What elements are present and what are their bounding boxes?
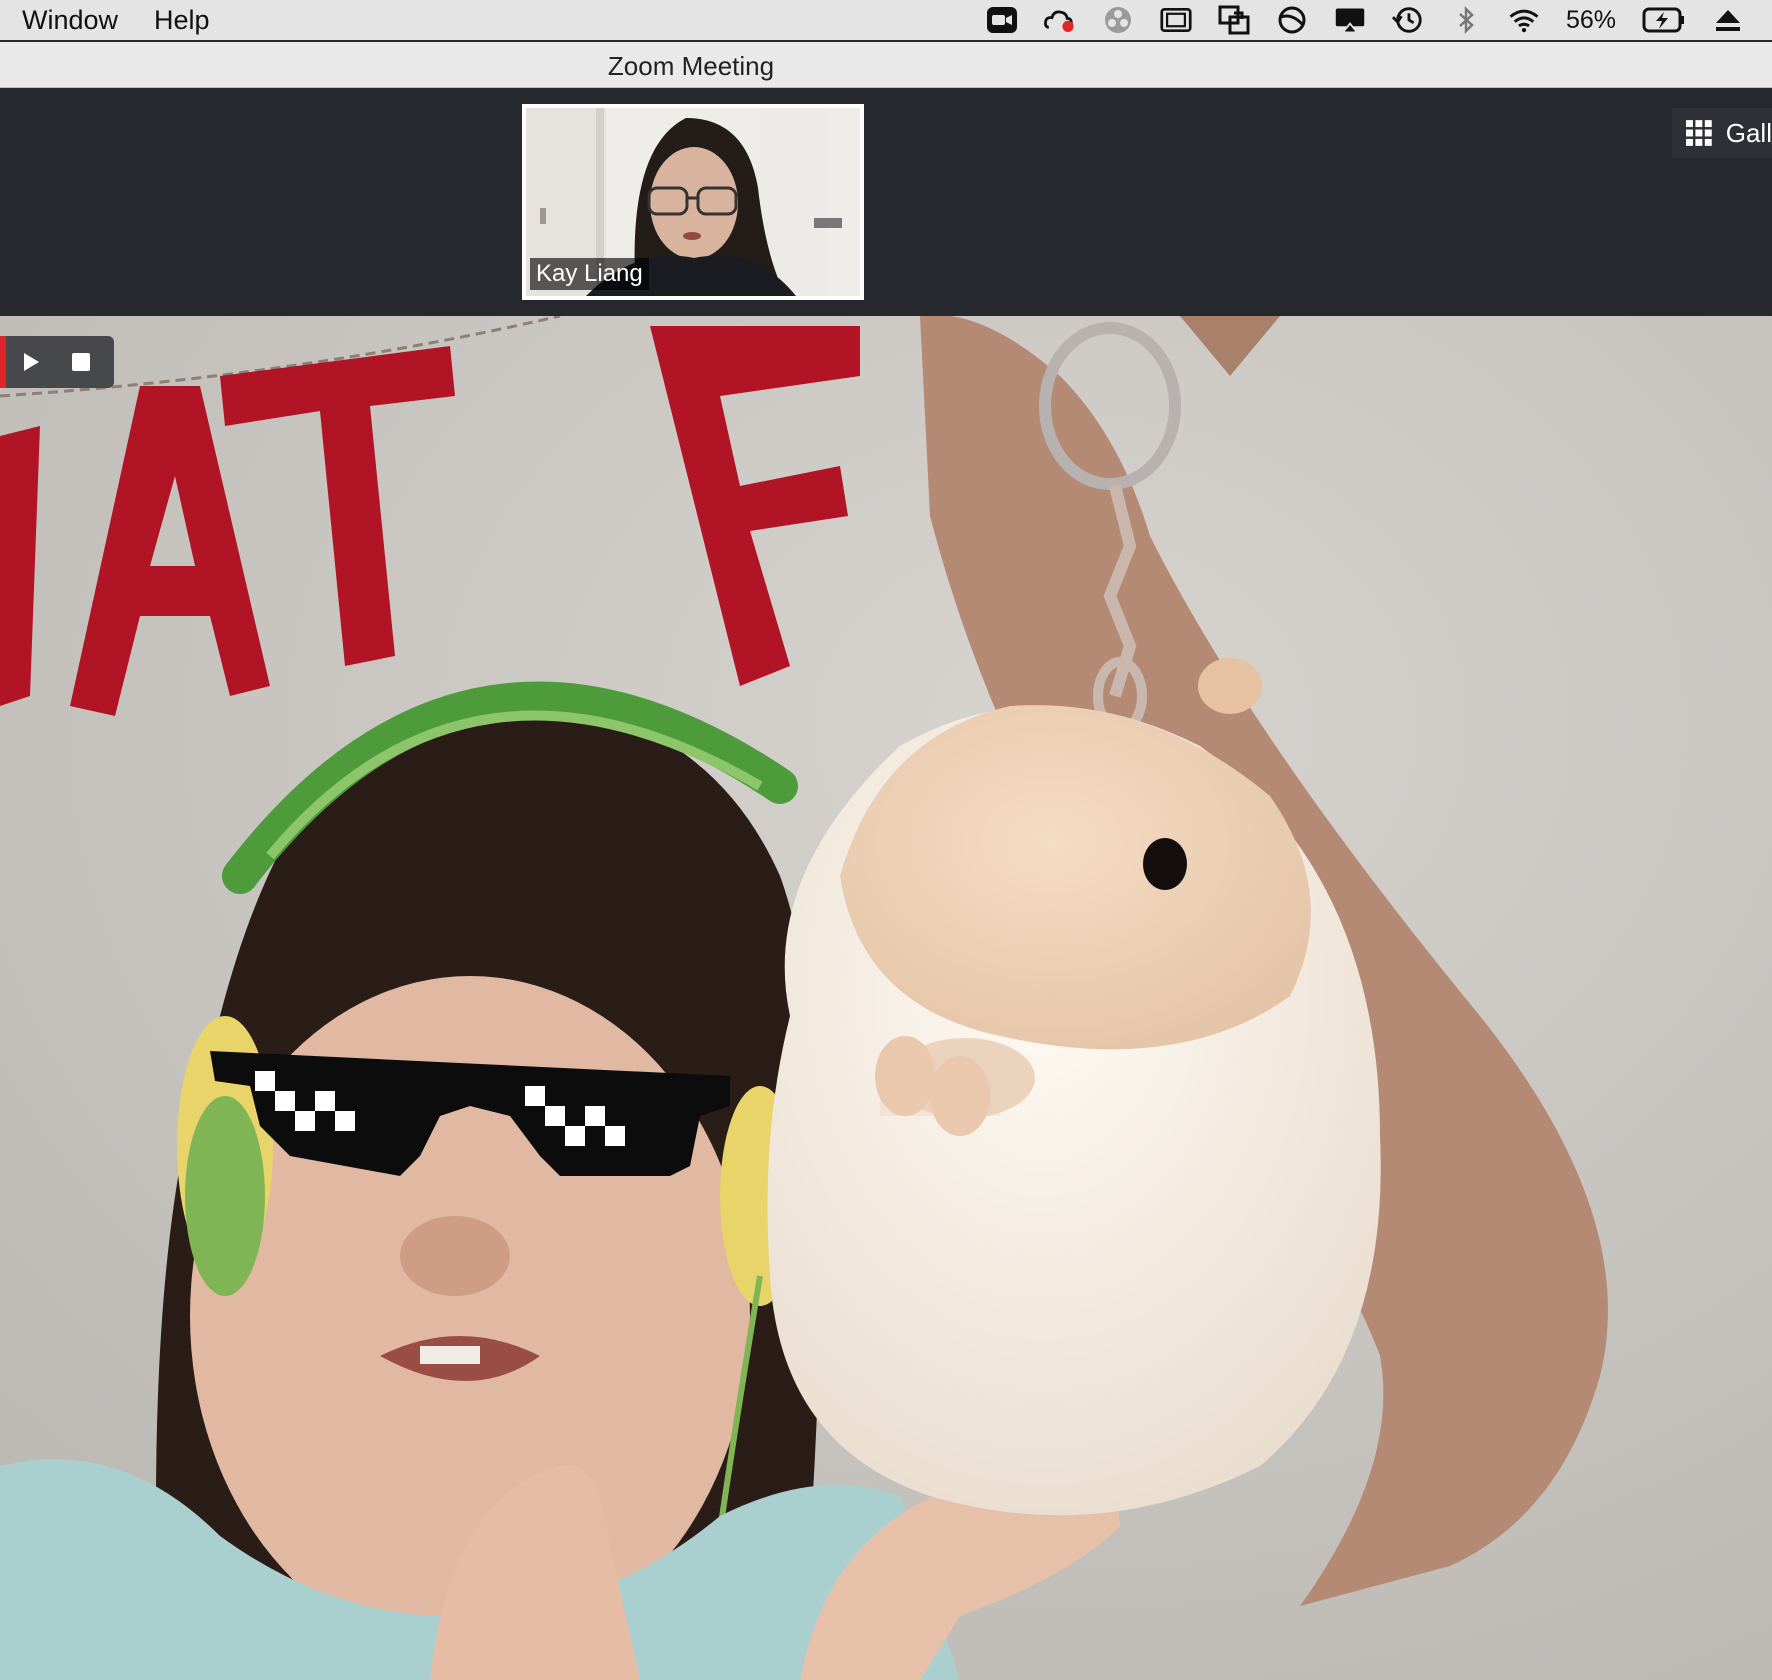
play-icon[interactable]: [6, 336, 56, 388]
video-frame: [0, 316, 1772, 1680]
window-title: Zoom Meeting: [607, 51, 775, 81]
status-area: 56%: [986, 0, 1772, 40]
zoom-camera-icon[interactable]: [986, 5, 1018, 35]
window-titlebar[interactable]: Zoom Meeting: [0, 42, 1772, 88]
participant-name: Kay Liang: [530, 258, 649, 290]
eject-icon[interactable]: [1712, 5, 1744, 35]
grid-icon: [1686, 120, 1712, 146]
participant-strip: Kay Liang Gall: [0, 88, 1772, 316]
vpn-icon[interactable]: [1276, 5, 1308, 35]
battery-icon[interactable]: [1642, 5, 1686, 35]
menu-help[interactable]: Help: [154, 5, 210, 36]
color-wheel-icon[interactable]: [1102, 5, 1134, 35]
recording-controls: [0, 336, 114, 388]
participant-thumbnail[interactable]: Kay Liang: [522, 104, 864, 300]
time-machine-icon[interactable]: [1391, 5, 1424, 35]
creative-cloud-icon[interactable]: [1044, 5, 1076, 35]
gallery-view-label: Gall: [1725, 117, 1772, 148]
stop-icon[interactable]: [56, 336, 106, 388]
menu-window[interactable]: Window: [22, 5, 118, 36]
menu-bar: Window Help 56%: [0, 0, 1772, 42]
gallery-view-button[interactable]: Gall: [1672, 108, 1772, 158]
screen-capture-icon[interactable]: [1160, 5, 1192, 35]
wifi-icon[interactable]: [1508, 5, 1540, 35]
screen-share-icon[interactable]: [1218, 5, 1250, 35]
bluetooth-icon[interactable]: [1450, 5, 1482, 35]
airplay-icon[interactable]: [1334, 5, 1366, 35]
active-speaker-video[interactable]: [0, 316, 1772, 1680]
battery-percentage: 56%: [1565, 5, 1616, 34]
